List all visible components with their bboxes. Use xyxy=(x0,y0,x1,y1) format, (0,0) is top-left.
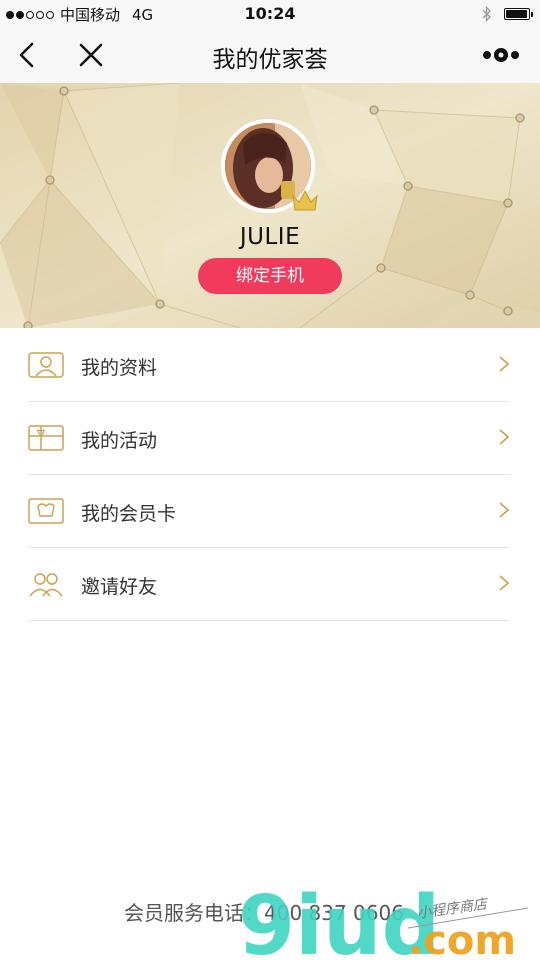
menu-item-invite-friends[interactable]: 邀请好友 xyxy=(0,548,540,621)
navigation-bar: 我的优家荟 xyxy=(0,28,540,83)
chevron-right-icon xyxy=(499,575,510,591)
menu-item-label: 我的会员卡 xyxy=(81,503,177,525)
username: JULIE xyxy=(239,224,301,250)
status-right xyxy=(482,5,533,23)
bind-phone-button[interactable]: 绑定手机 xyxy=(198,258,342,294)
friends-icon xyxy=(29,573,63,597)
profile-banner: JULIE 绑定手机 xyxy=(0,83,540,328)
page: 中国移动 4G 10:24 我的优家荟 JULIE 绑定手机 我的资料 我的活动… xyxy=(0,0,540,960)
menu-item-activities[interactable]: 我的活动 xyxy=(0,402,540,475)
chevron-right-icon xyxy=(499,502,510,518)
battery-icon xyxy=(504,8,533,20)
menu-item-label: 邀请好友 xyxy=(81,576,158,598)
menu-item-label: 我的资料 xyxy=(81,357,158,379)
divider xyxy=(28,620,510,621)
member-card-icon xyxy=(28,498,64,524)
menu-list: 我的资料 我的活动 我的会员卡 邀请好友 xyxy=(0,329,540,621)
page-title: 我的优家荟 xyxy=(212,47,328,73)
watermark-logo: 9iud .com 小程序商店 xyxy=(238,888,528,958)
gift-card-icon xyxy=(28,425,64,451)
menu-item-member-card[interactable]: 我的会员卡 xyxy=(0,475,540,548)
menu-item-profile[interactable]: 我的资料 xyxy=(0,329,540,402)
chevron-right-icon xyxy=(499,429,510,445)
more-dots-icon[interactable] xyxy=(482,42,522,68)
crown-icon xyxy=(292,189,318,211)
status-bar: 中国移动 4G 10:24 xyxy=(0,0,540,28)
menu-item-label: 我的活动 xyxy=(81,430,158,452)
id-card-icon xyxy=(28,352,64,378)
chevron-right-icon xyxy=(499,356,510,372)
status-time: 10:24 xyxy=(244,4,296,23)
battery-level xyxy=(506,10,527,18)
bluetooth-icon xyxy=(482,5,491,23)
watermark-suffix: .com xyxy=(408,918,516,958)
